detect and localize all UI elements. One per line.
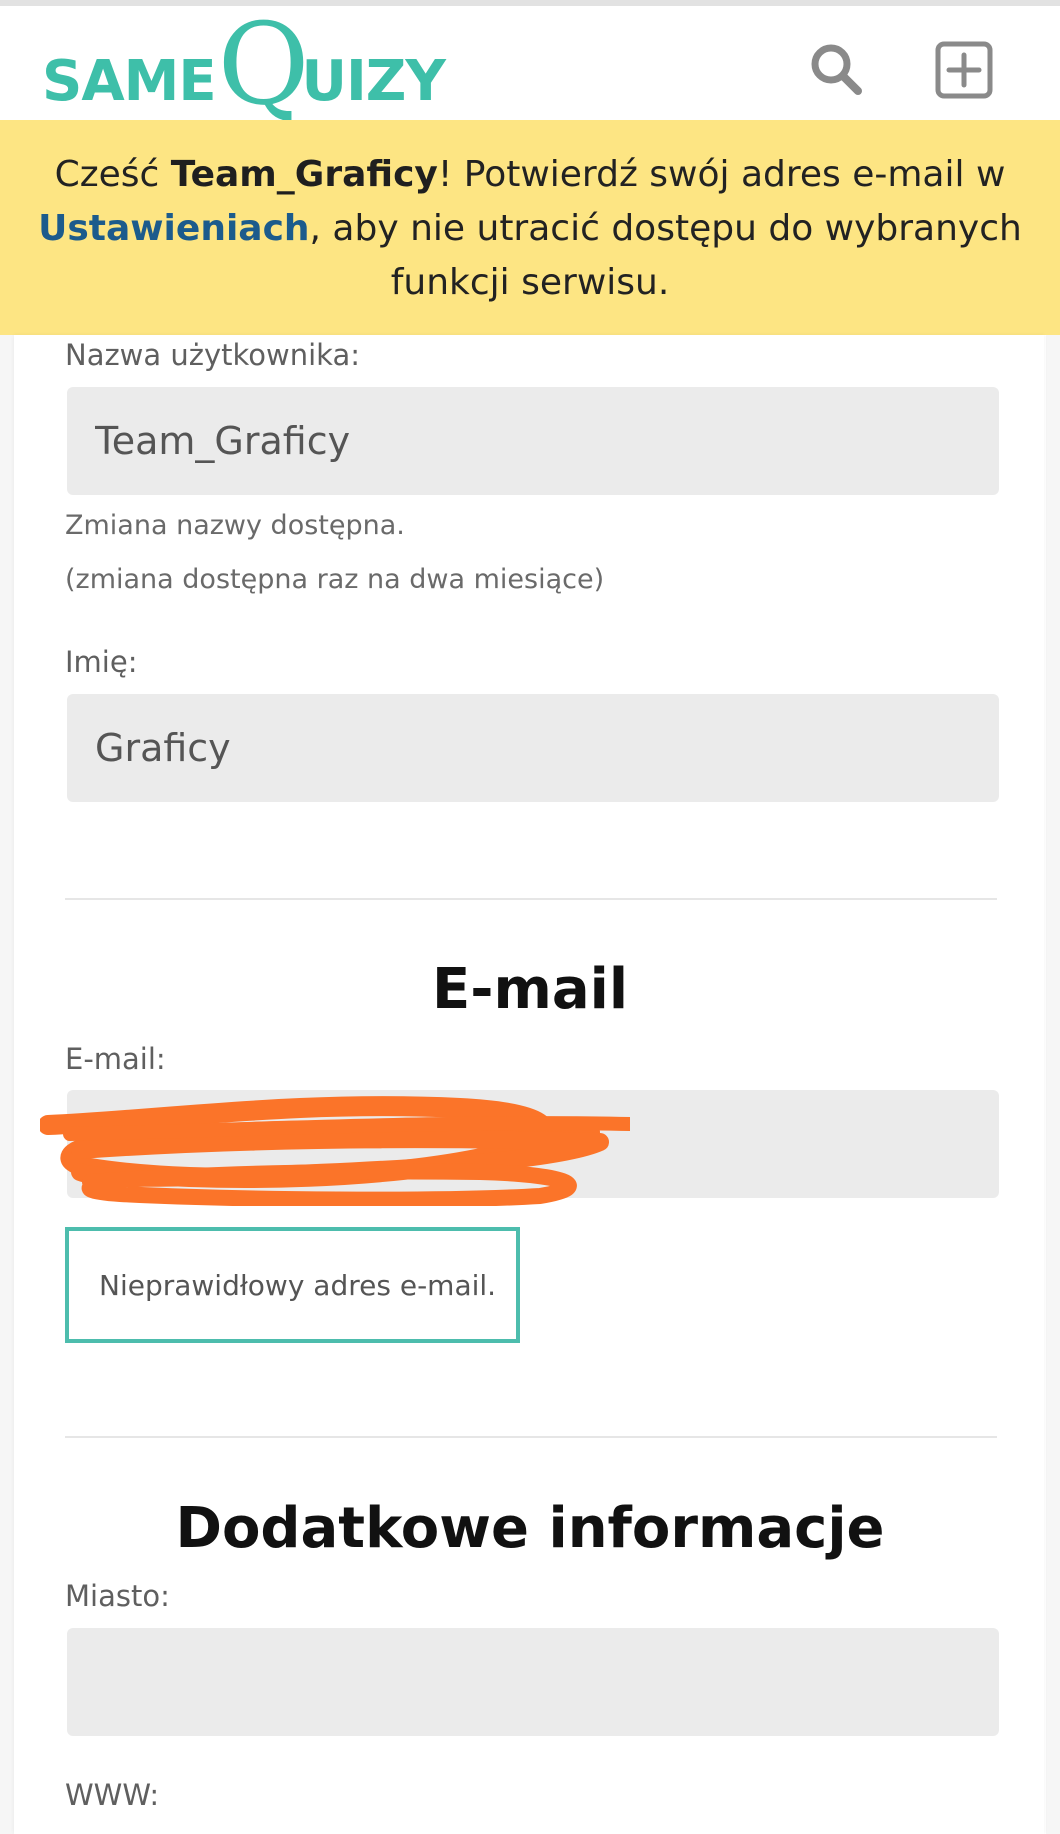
email-label: E-mail: [65,1042,166,1076]
username-label: Nazwa użytkownika: [65,338,361,372]
search-icon [811,44,862,95]
username-change-available: Zmiana nazwy dostępna. [65,510,405,541]
banner-message-part1: ! Potwierdź swój adres e-mail w [437,154,1006,195]
email-error-message: Nieprawidłowy adres e-mail. [65,1227,520,1343]
name-input[interactable] [67,694,999,802]
banner-message-part2: , aby nie utracić dostępu do wybranych f… [309,208,1022,303]
logo-text-same: SAME [42,49,217,114]
additional-info-title: Dodatkowe informacje [175,1496,885,1561]
username-change-frequency: (zmiana dostępna raz na dwa miesiące) [65,564,605,595]
right-gutter [1046,335,1060,1834]
banner-username: Team_Graficy [170,154,438,195]
section-divider [65,898,997,900]
left-gutter [0,335,14,1834]
search-button[interactable] [806,40,866,100]
logo-text-uizy: UIZY [301,49,445,114]
section-divider [65,1436,997,1438]
email-error-text: Nieprawidłowy adres e-mail. [99,1268,497,1302]
plus-square-icon [935,41,993,99]
settings-link[interactable]: Ustawieniach [38,208,309,249]
email-input[interactable] [67,1090,999,1198]
username-input[interactable] [67,387,999,495]
city-label: Miasto: [65,1579,170,1613]
name-label: Imię: [65,645,138,679]
email-section-title: E-mail [431,957,629,1022]
email-confirmation-banner: Cześć Team_Graficy! Potwierdź swój adres… [0,120,1060,335]
samequizy-logo[interactable]: SAME Q UIZY [42,0,446,131]
www-label: WWW: [65,1778,160,1812]
logo-text-q: Q [217,0,310,131]
city-input[interactable] [67,1628,999,1736]
add-quiz-button[interactable] [934,40,994,100]
site-header: SAME Q UIZY [0,0,1060,131]
banner-greeting: Cześć [54,154,171,195]
